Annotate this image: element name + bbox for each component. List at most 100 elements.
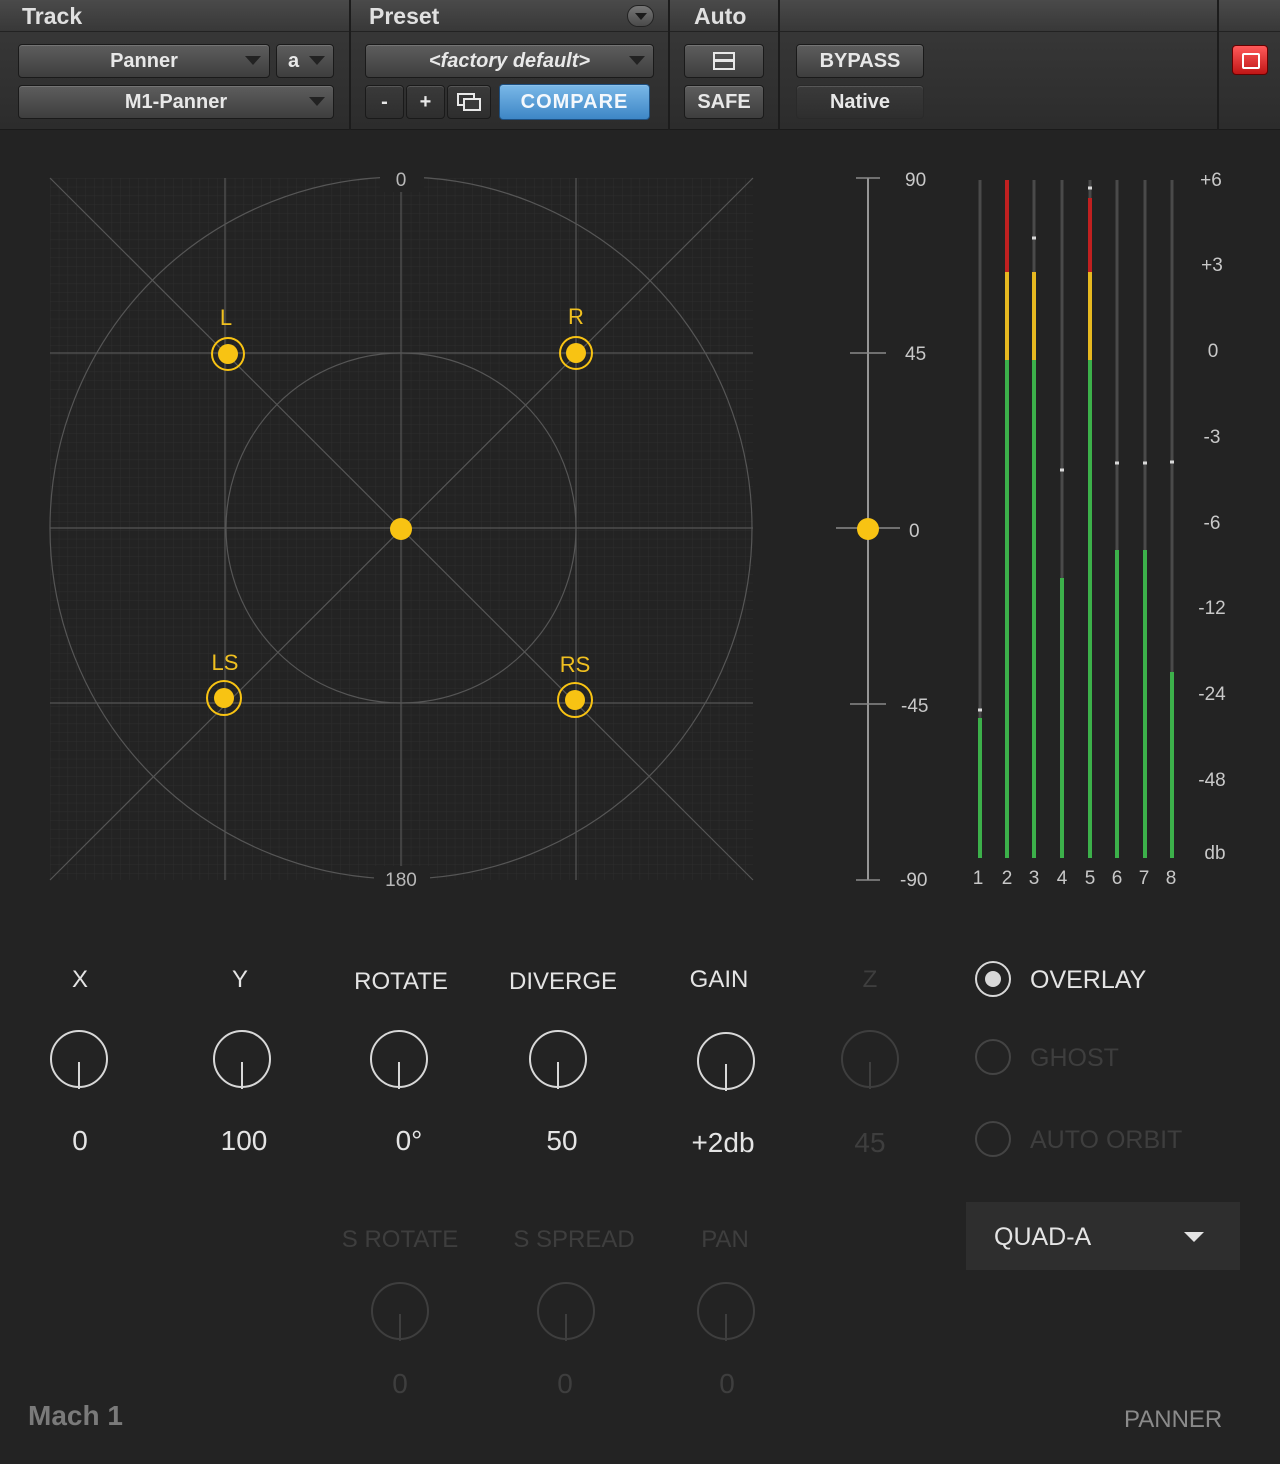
- mode-dropdown[interactable]: QUAD-A: [966, 1202, 1240, 1270]
- meter-channel-label: 4: [1057, 868, 1068, 889]
- knob-label: PAN: [701, 1226, 749, 1253]
- elevation-slider[interactable]: 90 45 0 -45 -90: [836, 170, 928, 891]
- compare-label: COMPARE: [520, 90, 629, 113]
- knob-value: 100: [220, 1125, 268, 1156]
- copy-icon: [713, 52, 735, 70]
- meter-channel-label: 8: [1166, 868, 1177, 889]
- safe-button[interactable]: SAFE: [684, 85, 764, 119]
- copy-icon: [457, 93, 481, 111]
- elevation-tick-label: 45: [905, 344, 926, 365]
- chevron-down-icon: [309, 97, 325, 106]
- knob-label: X: [71, 966, 88, 993]
- ghost-radio[interactable]: [975, 1039, 1011, 1075]
- ghost-label: GHOST: [1030, 1044, 1119, 1072]
- knob-value: 0: [72, 1125, 88, 1156]
- preset-copy-button[interactable]: [447, 85, 491, 119]
- plugin-select[interactable]: M1-Panner: [18, 85, 334, 119]
- bypass-button[interactable]: BYPASS: [796, 44, 924, 78]
- compare-button[interactable]: COMPARE: [499, 84, 650, 120]
- chevron-down-icon: [629, 56, 645, 65]
- plus-label: +: [419, 90, 432, 113]
- knob-value: 0: [557, 1368, 573, 1399]
- overlay-radio[interactable]: [975, 961, 1011, 997]
- safe-label: SAFE: [697, 90, 751, 113]
- auto-orbit-label: AUTO ORBIT: [1030, 1126, 1183, 1154]
- header-divider: [668, 0, 670, 130]
- preset-select-label: <factory default>: [428, 49, 591, 72]
- track-channel-label: a: [288, 49, 300, 72]
- db-unit-label: db: [1204, 843, 1225, 864]
- caret-down-icon: [1184, 1232, 1204, 1242]
- mode-value: QUAD-A: [994, 1223, 1092, 1251]
- knob-value: 0°: [395, 1125, 423, 1156]
- knob-value: 0: [392, 1368, 408, 1399]
- native-label: Native: [829, 90, 891, 113]
- meter-channel-label: 1: [973, 868, 984, 889]
- power-icon[interactable]: [1232, 45, 1268, 75]
- preset-previous-button[interactable]: -: [365, 85, 404, 119]
- knob-label: Z: [862, 966, 878, 993]
- z-knob[interactable]: [841, 1030, 899, 1089]
- header-divider: [1217, 0, 1219, 130]
- track-channel-select[interactable]: a: [276, 44, 334, 78]
- elevation-tick-label: 0: [909, 521, 920, 542]
- meter-channel-label: 3: [1029, 868, 1040, 889]
- preset-section-label: Preset: [369, 3, 440, 29]
- module-name: PANNER: [1124, 1406, 1223, 1433]
- auto-section-label: Auto: [694, 3, 747, 29]
- db-scale-label: -24: [1198, 684, 1226, 705]
- level-meters: 1 2 3 4 5 6 7 8 +6 +3 0 -3 -6 -12 -24 -4…: [973, 170, 1226, 889]
- minus-label: -: [381, 90, 388, 113]
- panner-pad[interactable]: 0 180 L R LS RS: [49, 166, 754, 892]
- y-knob[interactable]: [213, 1030, 271, 1089]
- meter-channel-label: 5: [1085, 868, 1096, 889]
- knob-label: S ROTATE: [341, 1226, 459, 1253]
- knob-value: +2db: [691, 1127, 755, 1158]
- gain-knob[interactable]: [697, 1032, 755, 1091]
- center-point[interactable]: [390, 518, 412, 540]
- db-scale-label: -48: [1198, 770, 1225, 791]
- speaker-label: L: [220, 305, 232, 330]
- speaker-label: R: [568, 304, 584, 329]
- plugin-header: Track Preset Auto Panner a M1-Panner <fa…: [0, 0, 1280, 130]
- track-select[interactable]: Panner: [18, 44, 270, 78]
- plugin-select-label: M1-Panner: [124, 90, 228, 113]
- db-scale-label: -3: [1204, 427, 1221, 448]
- knob-value: 45: [854, 1127, 886, 1158]
- track-select-label: Panner: [110, 49, 178, 72]
- chevron-down-icon: [245, 56, 261, 65]
- meter-channel-label: 6: [1112, 868, 1123, 889]
- bypass-label: BYPASS: [819, 49, 901, 72]
- knob-label: ROTATE: [354, 968, 448, 995]
- auto-compare-button[interactable]: [684, 44, 764, 78]
- elevation-tick-label: -45: [901, 696, 928, 717]
- header-divider: [778, 0, 780, 130]
- elevation-tick-label: 90: [905, 170, 926, 191]
- knob-label: Y: [231, 966, 248, 993]
- knob-label: S SPREAD: [513, 1226, 635, 1253]
- auto-orbit-radio[interactable]: [975, 1121, 1011, 1157]
- db-scale-label: +6: [1200, 170, 1222, 191]
- elevation-handle[interactable]: [857, 518, 879, 540]
- top-angle-label: 0: [396, 170, 407, 191]
- speaker-label: RS: [560, 652, 591, 677]
- track-section-label: Track: [22, 3, 83, 29]
- meter-levels: [978, 180, 1174, 858]
- chevron-down-icon: [309, 56, 325, 65]
- x-knob[interactable]: [50, 1030, 108, 1089]
- preset-next-button[interactable]: +: [406, 85, 445, 119]
- db-scale-label: -12: [1198, 598, 1225, 619]
- db-scale-label: -6: [1204, 513, 1221, 534]
- preset-select[interactable]: <factory default>: [365, 44, 654, 78]
- knob-label: GAIN: [689, 966, 749, 993]
- pan-knob[interactable]: [697, 1282, 755, 1341]
- preset-menu-button[interactable]: [627, 5, 654, 27]
- knob-label: DIVERGE: [508, 968, 618, 995]
- db-scale-label: +3: [1201, 255, 1223, 276]
- meter-channel-label: 7: [1139, 868, 1150, 889]
- s-spread-knob[interactable]: [537, 1282, 595, 1341]
- s-rotate-knob[interactable]: [371, 1282, 429, 1341]
- rotate-knob[interactable]: [370, 1030, 428, 1089]
- diverge-knob[interactable]: [529, 1030, 587, 1089]
- overlay-label: OVERLAY: [1030, 966, 1147, 994]
